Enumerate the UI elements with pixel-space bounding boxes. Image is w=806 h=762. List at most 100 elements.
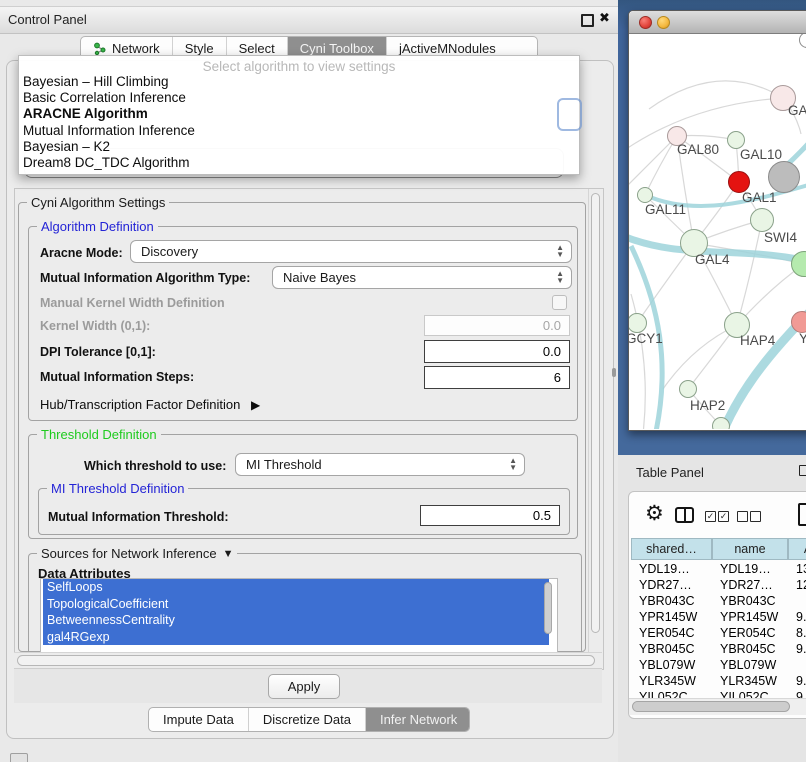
settings-hscrollbar[interactable] [14,652,602,669]
unchecked-checkbox-icon[interactable] [750,511,761,522]
sources-group-title-wrap[interactable]: Sources for Network Inference ▼ [37,546,237,561]
node-label: GAL [788,103,806,118]
table-cell[interactable]: YER054C [639,626,712,642]
node-label: GAL4 [695,252,730,267]
network-node-y[interactable] [791,311,806,333]
table-hscrollbar-thumb[interactable] [632,701,790,712]
network-window-titlebar[interactable] [629,11,806,34]
tab-network-label: Network [112,41,160,56]
node-label: Y [799,331,806,346]
tab-impute-data[interactable]: Impute Data [149,708,249,731]
kernel-width-field[interactable]: 0.0 [424,315,570,336]
checked-checkbox-icon[interactable]: ✓ [705,511,716,522]
network-canvas[interactable]: GALGAL80GAL10GAL1GAL11SWI4GAL4GCY1HAP4YH… [629,34,806,429]
algorithm-list: Bayesian – Hill ClimbingBasic Correlatio… [23,74,575,171]
table-cell[interactable]: YDL19… [639,562,712,578]
table-cell[interactable]: 13 [796,562,806,578]
float-panel-icon[interactable] [581,14,594,27]
settings-vscrollbar-thumb[interactable] [591,193,600,633]
settings-hscrollbar-thumb[interactable] [17,655,595,666]
table-cell[interactable]: 12 [796,578,806,594]
mi-steps-label: Mutual Information Steps: [40,370,194,384]
table-cell[interactable]: YPR145W [639,610,712,626]
table-hscrollbar[interactable] [629,698,806,715]
mi-type-label: Mutual Information Algorithm Type: [40,271,250,285]
table-cell[interactable]: YDR27… [639,578,712,594]
network-node[interactable] [768,161,800,193]
apply-button[interactable]: Apply [268,674,340,699]
node-label: HAP2 [690,398,725,413]
table-cell[interactable]: YDR27… [720,578,788,594]
column-header[interactable]: shared… [631,538,712,560]
combo-arrows-icon: ▲▼ [556,244,564,258]
which-threshold-combo[interactable]: MI Threshold ▲▼ [235,453,525,476]
table-cell[interactable]: YBR045C [639,642,712,658]
attribute-list-item[interactable]: SelfLoops [43,579,549,596]
table-cell[interactable]: YBR045C [720,642,788,658]
panel-divider-grip[interactable] [612,368,616,377]
columns-icon[interactable] [675,507,694,523]
manual-kernel-checkbox[interactable] [552,295,567,310]
algorithm-option[interactable]: Mutual Information Inference [23,123,575,139]
algorithm-option[interactable]: Bayesian – Hill Climbing [23,74,575,90]
tab-infer-network[interactable]: Infer Network [366,708,470,731]
collapsed-panel-button[interactable] [10,753,28,762]
minimize-window-icon[interactable] [657,16,670,29]
close-window-icon[interactable] [639,16,652,29]
algorithm-option[interactable]: ARACNE Algorithm [23,106,575,122]
list-scrollbar-thumb[interactable] [544,582,552,634]
table-cell[interactable]: YLR345W [720,674,788,690]
attribute-list-item[interactable]: TopologicalCoefficient [43,596,549,613]
table-cell[interactable]: 8. [796,626,806,642]
table-panel: Table Panel ⚙ ✓ ✓ shared…nameA YDL19… YDL… [618,455,806,762]
table-cell[interactable]: YLR345W [639,674,712,690]
network-node-gal1[interactable] [750,208,774,232]
attribute-list-item[interactable]: gal4RGexp [43,629,549,646]
table-cell[interactable] [796,594,806,610]
network-view-window[interactable]: GALGAL80GAL10GAL1GAL11SWI4GAL4GCY1HAP4YH… [628,10,806,431]
table-cell[interactable] [796,658,806,674]
cyni-algorithm-settings-title: Cyni Algorithm Settings [27,195,169,210]
checked-checkbox-icon[interactable]: ✓ [718,511,729,522]
algorithm-option[interactable]: Basic Correlation Inference [23,90,575,106]
node-label: SWI4 [764,230,797,245]
network-icon [93,42,107,56]
table-cell[interactable]: 9. [796,674,806,690]
dpi-tolerance-field[interactable]: 0.0 [424,340,570,363]
gear-icon[interactable]: ⚙ [645,503,664,524]
column-header[interactable]: A [788,538,806,560]
table-cell[interactable]: YER054C [720,626,788,642]
node-label: GCY1 [629,331,663,346]
unchecked-checkbox-icon[interactable] [737,511,748,522]
table-cell[interactable]: YBR043C [720,594,788,610]
column-header[interactable]: name [712,538,788,560]
table-cell[interactable]: YPR145W [720,610,788,626]
algorithm-option[interactable]: Bayesian – K2 [23,139,575,155]
close-panel-icon[interactable]: ✖ [599,10,610,26]
table-cell[interactable]: 9. [796,642,806,658]
mi-steps-field[interactable]: 6 [424,366,570,389]
table-cell[interactable]: YBL079W [720,658,788,674]
network-node[interactable] [712,417,730,429]
table-panel-float-icon[interactable] [799,465,806,476]
import-table-icon[interactable] [798,503,806,526]
table-cell[interactable]: YDL19… [720,562,788,578]
table-panel-title: Table Panel [636,465,704,480]
table-cell[interactable]: 9. [796,610,806,626]
mi-threshold-field[interactable]: 0.5 [420,505,560,526]
manual-kernel-label: Manual Kernel Width Definition [40,296,225,310]
hub-section-toggle[interactable]: Hub/Transcription Factor Definition ▶ [40,397,260,412]
table-cell[interactable]: YBL079W [639,658,712,674]
network-node-gal11[interactable] [637,187,653,203]
algorithm-option[interactable]: Dream8 DC_TDC Algorithm [23,155,575,171]
settings-vscrollbar[interactable] [588,189,603,653]
control-panel-title: Control Panel [8,12,87,27]
table-cell[interactable]: YBR043C [639,594,712,610]
tab-discretize-data[interactable]: Discretize Data [249,708,366,731]
data-attributes-list[interactable]: SelfLoopsTopologicalCoefficientBetweenne… [40,578,558,654]
aracne-mode-combo[interactable]: Discovery ▲▼ [130,240,572,263]
attribute-list-item[interactable]: BetweennessCentrality [43,612,549,629]
zoom-window-icon[interactable] [675,16,688,29]
mi-type-combo[interactable]: Naive Bayes ▲▼ [272,266,572,289]
network-node-hap2[interactable] [679,380,697,398]
